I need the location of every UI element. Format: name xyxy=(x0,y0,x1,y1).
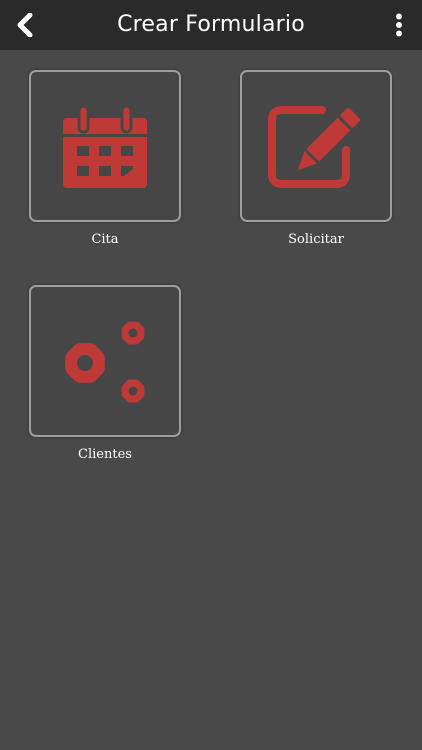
tile-cita[interactable]: Cita xyxy=(29,70,181,247)
gears-icon xyxy=(65,321,145,403)
chevron-left-icon xyxy=(17,13,33,37)
top-bar: Crear Formulario xyxy=(0,0,422,50)
tile-clientes-label: Clientes xyxy=(78,447,132,462)
tile-cita-label: Cita xyxy=(91,232,119,247)
tile-solicitar-box[interactable] xyxy=(240,70,392,222)
calendar-icon xyxy=(63,104,147,188)
tile-cita-box[interactable] xyxy=(29,70,181,222)
page-title: Crear Formulario xyxy=(117,12,305,37)
edit-icon xyxy=(268,106,361,188)
more-vertical-icon xyxy=(396,13,402,37)
app-screen: Crear Formulario Cita Solicitar Clientes xyxy=(0,0,422,750)
tile-solicitar-label: Solicitar xyxy=(288,232,344,247)
tile-solicitar[interactable]: Solicitar xyxy=(240,70,392,247)
more-options-button[interactable] xyxy=(384,8,414,42)
tile-clientes[interactable]: Clientes xyxy=(29,285,181,462)
tile-clientes-box[interactable] xyxy=(29,285,181,437)
back-button[interactable] xyxy=(8,8,42,42)
